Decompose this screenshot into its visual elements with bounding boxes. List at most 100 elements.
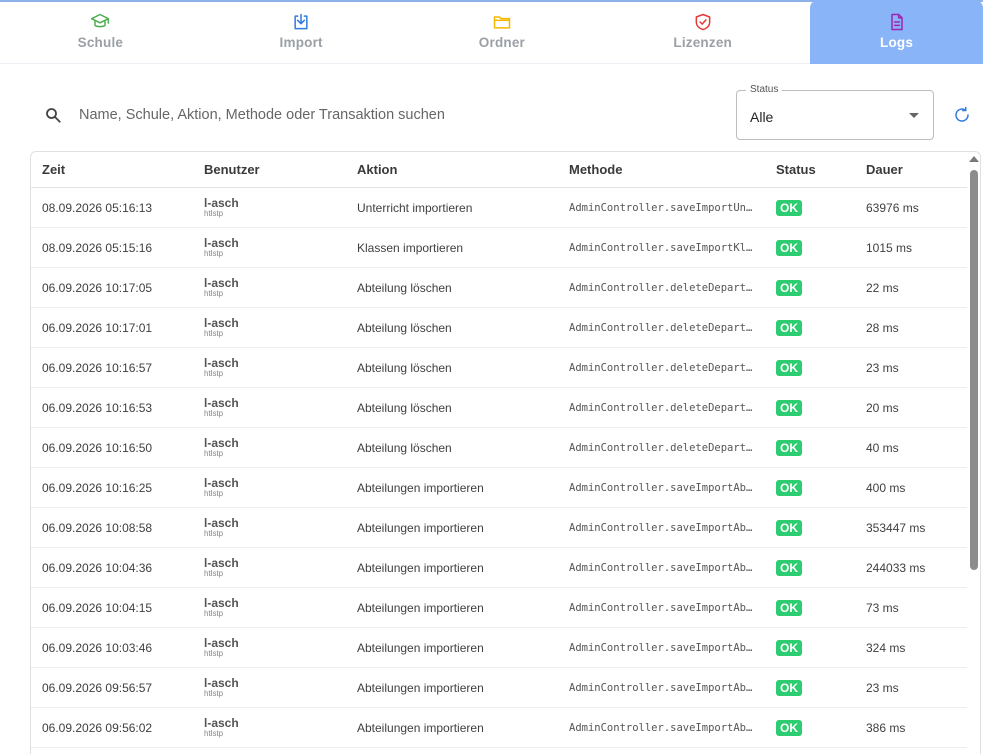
tab-label: Logs (880, 35, 914, 50)
cell-aktion: Abteilungen importieren (357, 680, 484, 695)
cell-dauer: 40 ms (866, 440, 899, 455)
cell-dauer: 386 ms (866, 720, 906, 735)
user-school: htlstp (204, 289, 224, 298)
user-school: htlstp (204, 409, 224, 418)
cell-benutzer: l-asch htlstp (204, 637, 239, 658)
user-name: l-asch (204, 556, 239, 570)
table-row[interactable]: 08.09.2026 05:15:16 l-asch htlstp Klassen i… (31, 228, 967, 268)
cell-dauer: 400 ms (866, 480, 906, 495)
cell-methode: AdminController.saveImportKl… (569, 241, 753, 254)
search-bar (44, 100, 704, 130)
cell-aktion: Abteilungen importieren (357, 640, 484, 655)
tab-label: Lizenzen (673, 35, 732, 50)
cell-status: OK (776, 199, 802, 216)
cell-aktion: Unterricht importieren (357, 200, 473, 215)
user-school: htlstp (204, 649, 224, 658)
cell-benutzer: l-asch htlstp (204, 317, 239, 338)
user-name: l-asch (204, 716, 239, 730)
cell-dauer: 22 ms (866, 280, 899, 295)
tab-lizenzen[interactable]: Lizenzen (602, 0, 803, 64)
column-header-dauer[interactable]: Dauer (866, 162, 903, 177)
cell-benutzer: l-asch htlstp (204, 237, 239, 258)
table-row[interactable]: 06.09.2026 10:17:01 l-asch htlstp Abteilung… (31, 308, 967, 348)
cell-aktion: Abteilung löschen (357, 280, 452, 295)
cell-dauer: 23 ms (866, 360, 899, 375)
cell-methode: AdminController.saveImportUn… (569, 201, 753, 214)
cell-status: OK (776, 239, 802, 256)
tab-schule[interactable]: Schule (0, 0, 201, 64)
column-header-methode[interactable]: Methode (569, 162, 622, 177)
cell-zeit: 06.09.2026 10:04:36 (42, 560, 153, 575)
user-name: l-asch (204, 596, 239, 610)
status-filter-select[interactable]: Status Alle (736, 84, 934, 140)
search-input[interactable] (79, 107, 679, 123)
table-row[interactable]: 06.09.2026 10:16:50 l-asch htlstp Abteilung… (31, 428, 967, 468)
user-name: l-asch (204, 276, 239, 290)
cell-methode: AdminController.deleteDepart… (569, 401, 753, 414)
cell-dauer: 244033 ms (866, 560, 926, 575)
cell-status: OK (776, 359, 802, 376)
user-school: htlstp (204, 329, 224, 338)
user-school: htlstp (204, 369, 224, 378)
table-row[interactable]: 06.09.2026 10:04:36 l-asch htlstp Abteilung… (31, 548, 967, 588)
cell-methode: AdminController.deleteDepart… (569, 321, 753, 334)
table-row[interactable]: 06.09.2026 10:17:05 l-asch htlstp Abteilung… (31, 268, 967, 308)
status-badge: OK (776, 679, 802, 696)
cell-aktion: Abteilungen importieren (357, 520, 484, 535)
tab-logs[interactable]: Logs (810, 0, 983, 64)
tab-label: Ordner (478, 35, 526, 50)
cell-zeit: 06.09.2026 09:56:02 (42, 720, 153, 735)
cell-aktion: Abteilungen importieren (357, 720, 484, 735)
main-tabs: Schule Import Ordner Lizenzen Logs (0, 0, 983, 64)
cell-methode: AdminController.deleteDepart… (569, 441, 753, 454)
status-badge: OK (776, 639, 802, 656)
tab-label: Import (279, 35, 323, 50)
table-row[interactable]: 06.09.2026 10:16:53 l-asch htlstp Abteilung… (31, 388, 967, 428)
cell-aktion: Abteilung löschen (357, 440, 452, 455)
scrollbar-thumb[interactable] (970, 170, 978, 570)
column-header-zeit[interactable]: Zeit (42, 162, 65, 177)
user-school: htlstp (204, 449, 224, 458)
school-icon (91, 13, 110, 28)
table-row[interactable]: 06.09.2026 10:08:58 l-asch htlstp Abteilung… (31, 508, 967, 548)
cell-dauer: 63976 ms (866, 200, 919, 215)
refresh-icon[interactable] (953, 105, 971, 125)
cell-aktion: Klassen importieren (357, 240, 464, 255)
cell-status: OK (776, 599, 802, 616)
cell-benutzer: l-asch htlstp (204, 357, 239, 378)
table-row[interactable]: 06.09.2026 10:04:15 l-asch htlstp Abteilung… (31, 588, 967, 628)
user-name: l-asch (204, 516, 239, 530)
scroll-up-arrow-icon[interactable] (969, 156, 979, 162)
table-row[interactable]: 06.09.2026 10:16:57 l-asch htlstp Abteilung… (31, 348, 967, 388)
cell-zeit: 08.09.2026 05:16:13 (42, 200, 153, 215)
table-row[interactable]: 06.09.2026 10:03:46 l-asch htlstp Abteilung… (31, 628, 967, 668)
table-row[interactable]: 06.09.2026 10:16:25 l-asch htlstp Abteilung… (31, 468, 967, 508)
cell-dauer: 353447 ms (866, 520, 926, 535)
column-header-benutzer[interactable]: Benutzer (204, 162, 260, 177)
cell-methode: AdminController.saveImportAb… (569, 481, 753, 494)
status-badge: OK (776, 399, 802, 416)
cell-status: OK (776, 399, 802, 416)
cell-methode: AdminController.saveImportAb… (569, 721, 753, 734)
column-header-aktion[interactable]: Aktion (357, 162, 397, 177)
table-body: 08.09.2026 05:16:13 l-asch htlstp Unterrich… (31, 188, 967, 748)
user-name: l-asch (204, 676, 239, 690)
cell-zeit: 06.09.2026 10:16:25 (42, 480, 153, 495)
user-name: l-asch (204, 316, 239, 330)
status-filter-value: Alle (750, 109, 774, 125)
table-row[interactable]: 06.09.2026 09:56:57 l-asch htlstp Abteilung… (31, 668, 967, 708)
table-row[interactable]: 08.09.2026 05:16:13 l-asch htlstp Unterrich… (31, 188, 967, 228)
cell-benutzer: l-asch htlstp (204, 597, 239, 618)
table-row[interactable]: 06.09.2026 09:56:02 l-asch htlstp Abteilung… (31, 708, 967, 748)
cell-methode: AdminController.saveImportAb… (569, 641, 753, 654)
user-school: htlstp (204, 609, 224, 618)
cell-zeit: 06.09.2026 09:56:57 (42, 680, 153, 695)
cell-methode: AdminController.saveImportAb… (569, 601, 753, 614)
tab-ordner[interactable]: Ordner (402, 0, 603, 64)
cell-methode: AdminController.saveImportAb… (569, 561, 753, 574)
table-scrollbar[interactable] (967, 151, 981, 754)
cell-methode: AdminController.saveImportAb… (569, 681, 753, 694)
tab-import[interactable]: Import (201, 0, 402, 64)
column-header-status[interactable]: Status (776, 162, 816, 177)
cell-aktion: Abteilung löschen (357, 360, 452, 375)
